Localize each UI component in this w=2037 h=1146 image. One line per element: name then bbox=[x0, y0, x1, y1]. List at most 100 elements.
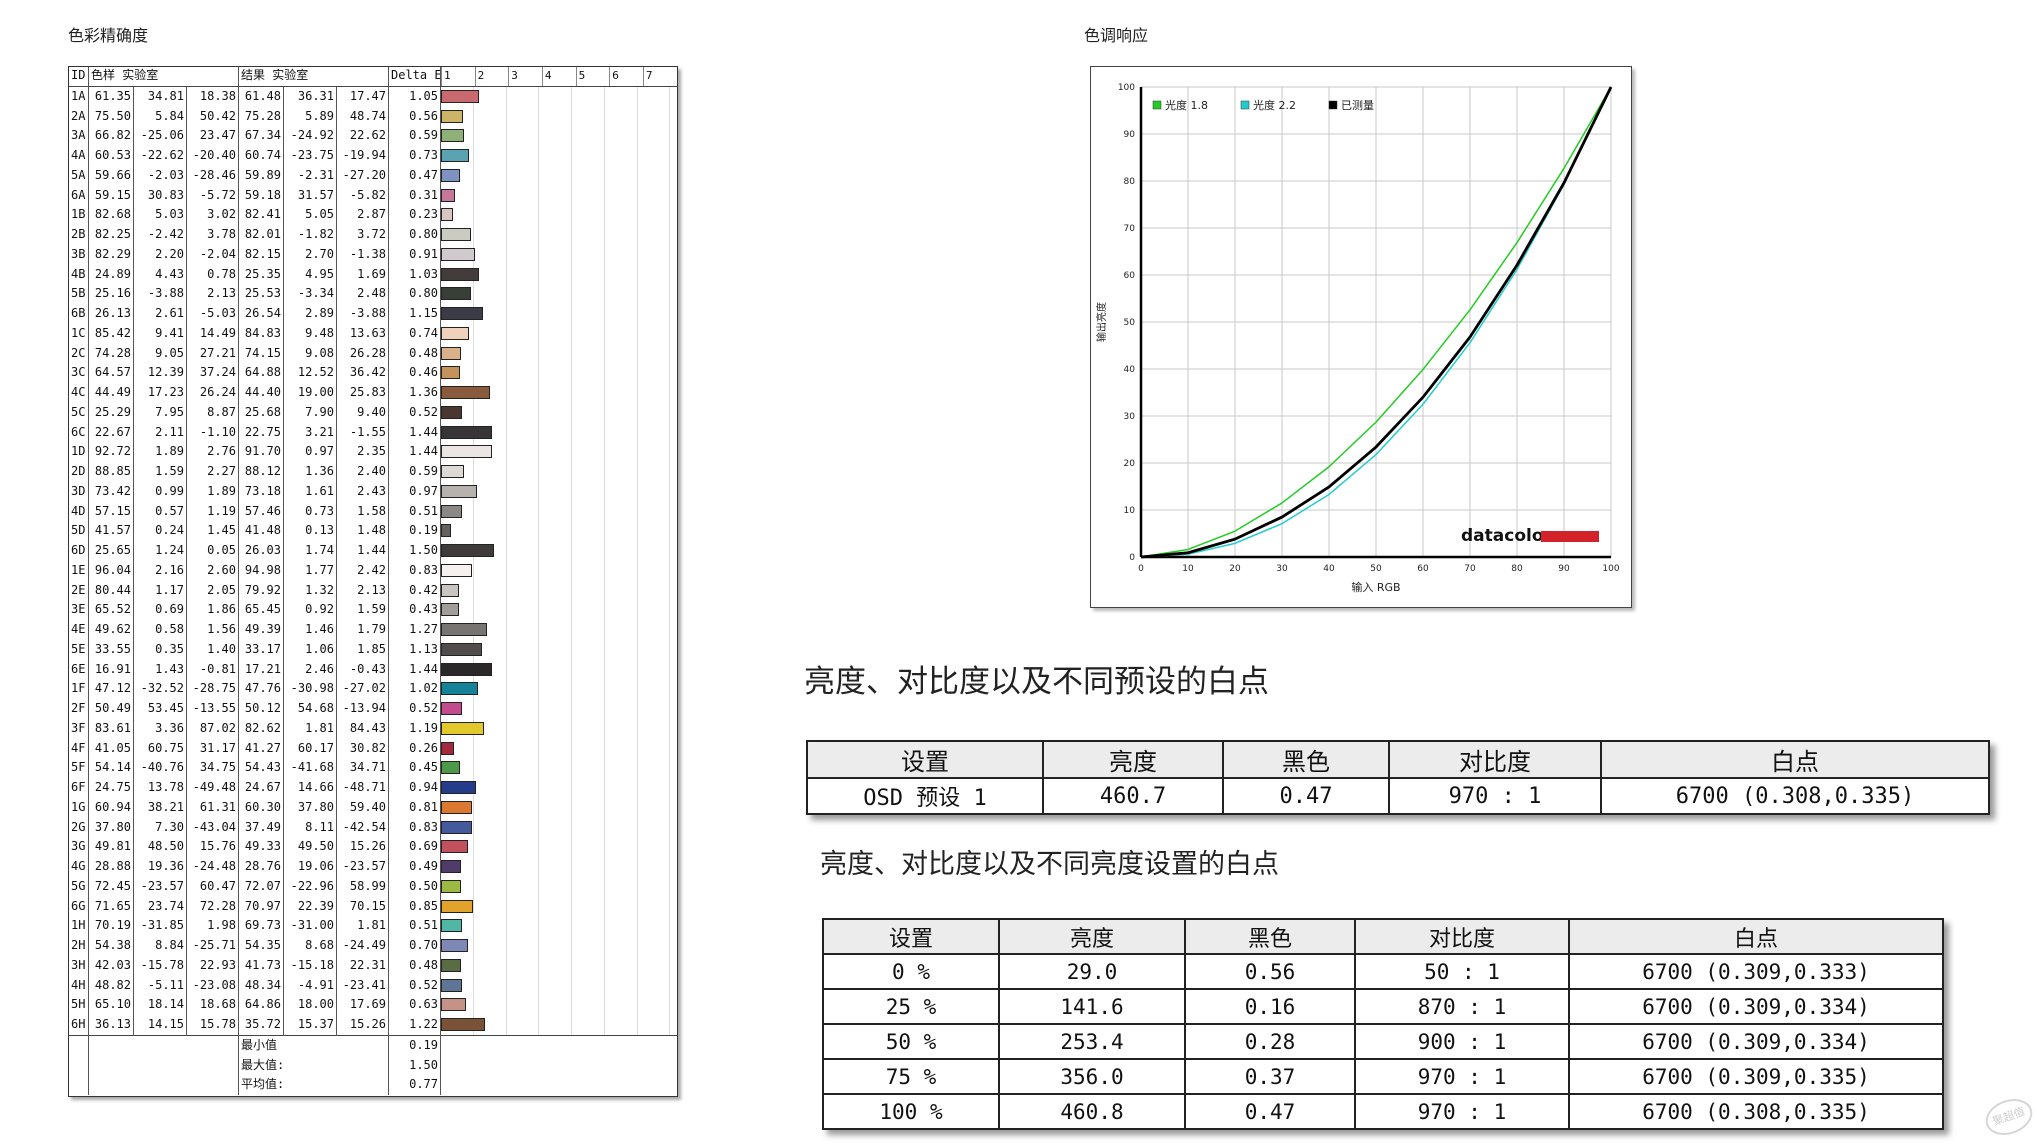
bar-gridline bbox=[472, 896, 474, 917]
delta-e-value: 1.03 bbox=[388, 264, 441, 285]
bar-gridline bbox=[505, 837, 507, 857]
table-cell: 0.37 bbox=[1184, 1058, 1356, 1095]
patch-id: 4A bbox=[68, 146, 89, 166]
bar-gridline bbox=[538, 580, 540, 601]
patch-id: 3E bbox=[68, 600, 89, 620]
column-header: 设置 bbox=[822, 918, 1000, 955]
sample-lab-value: 15.76 bbox=[186, 837, 239, 857]
bar-gridline bbox=[505, 738, 507, 759]
bar-gridline bbox=[669, 422, 671, 443]
delta-e-bar bbox=[441, 129, 465, 143]
result-lab-value: 2.46 bbox=[283, 659, 337, 680]
ruler-tick: 2 bbox=[474, 66, 509, 86]
bar-gridline bbox=[636, 106, 638, 127]
table1-title: 亮度、对比度以及不同预设的白点 bbox=[804, 664, 1269, 700]
color-accuracy-row: 5B 25.16 -3.88 2.13 25.53 -3.34 2.48 0.80 bbox=[68, 284, 677, 304]
bar-gridline bbox=[571, 837, 573, 857]
delta-e-bar-cell bbox=[440, 126, 677, 146]
bar-gridline bbox=[505, 817, 507, 838]
delta-e-bar-cell bbox=[440, 560, 677, 581]
bar-gridline bbox=[571, 343, 573, 364]
sample-lab-value: 2.11 bbox=[133, 422, 187, 443]
bar-gridline bbox=[636, 580, 638, 601]
patch-id: 2F bbox=[68, 699, 89, 719]
bar-gridline bbox=[505, 284, 507, 304]
bar-gridline bbox=[538, 1015, 540, 1035]
bar-gridline bbox=[571, 699, 573, 719]
bar-gridline bbox=[636, 264, 638, 285]
bar-gridline bbox=[505, 422, 507, 443]
result-lab-value: 44.40 bbox=[238, 383, 284, 403]
color-accuracy-row: 5E 33.55 0.35 1.40 33.17 1.06 1.85 1.13 bbox=[68, 639, 677, 660]
result-lab-value: 25.68 bbox=[238, 402, 284, 423]
bar-gridline bbox=[538, 244, 540, 265]
sample-lab-value: 22.67 bbox=[88, 422, 134, 443]
bar-gridline bbox=[571, 679, 573, 699]
bar-gridline bbox=[538, 778, 540, 798]
patch-id: 4F bbox=[68, 738, 89, 759]
result-lab-value: 69.73 bbox=[238, 916, 284, 936]
color-accuracy-row: 3F 83.61 3.36 87.02 82.62 1.81 84.43 1.19 bbox=[68, 718, 677, 739]
bar-gridline bbox=[603, 738, 605, 759]
patch-id: 1E bbox=[68, 560, 89, 581]
delta-e-bar bbox=[441, 405, 463, 419]
patch-id: 6E bbox=[68, 659, 89, 680]
delta-e-bar-cell bbox=[440, 797, 677, 818]
result-lab-value: 70.15 bbox=[336, 896, 389, 917]
bar-gridline bbox=[472, 580, 474, 601]
sample-lab-value: 0.57 bbox=[133, 501, 187, 522]
sample-lab-value: -2.42 bbox=[133, 225, 187, 245]
delta-e-value: 0.69 bbox=[388, 837, 441, 857]
bar-gridline bbox=[571, 778, 573, 798]
sample-lab-value: 12.39 bbox=[133, 363, 187, 383]
color-accuracy-row: 5H 65.10 18.14 18.68 64.86 18.00 17.69 0.63 bbox=[68, 995, 677, 1015]
sample-lab-value: -24.48 bbox=[186, 857, 239, 877]
sample-lab-value: 60.75 bbox=[133, 738, 187, 759]
bar-gridline bbox=[669, 323, 671, 344]
result-lab-value: 22.62 bbox=[336, 126, 389, 146]
delta-e-value: 0.80 bbox=[388, 284, 441, 304]
table-cell: 970 : 1 bbox=[1354, 1093, 1570, 1130]
bar-gridline bbox=[472, 738, 474, 759]
sample-lab-value: 24.75 bbox=[88, 778, 134, 798]
delta-e-bar bbox=[441, 524, 452, 538]
sample-lab-value: 2.05 bbox=[186, 580, 239, 601]
result-lab-value: -4.91 bbox=[283, 975, 337, 996]
bar-gridline bbox=[472, 205, 474, 225]
bar-gridline bbox=[472, 817, 474, 838]
patch-id: 1D bbox=[68, 442, 89, 462]
bar-gridline bbox=[669, 363, 671, 383]
sample-lab-value: 33.55 bbox=[88, 639, 134, 660]
color-accuracy-row: 3E 65.52 0.69 1.86 65.45 0.92 1.59 0.43 bbox=[68, 600, 677, 620]
bar-gridline bbox=[472, 185, 474, 206]
delta-e-bar bbox=[441, 662, 493, 676]
ruler-tick: 6 bbox=[609, 66, 643, 86]
sample-lab-value: 65.10 bbox=[88, 995, 134, 1015]
delta-e-bar-cell bbox=[440, 916, 677, 936]
bar-gridline bbox=[538, 106, 540, 127]
bar-gridline bbox=[571, 1015, 573, 1035]
bar-gridline bbox=[669, 580, 671, 601]
result-lab-value: 22.39 bbox=[283, 896, 337, 917]
bar-gridline bbox=[472, 560, 474, 581]
table-cell: 253.4 bbox=[998, 1023, 1186, 1060]
summary-value: 1.50 bbox=[388, 1055, 441, 1076]
delta-e-value: 1.02 bbox=[388, 679, 441, 699]
bar-gridline bbox=[472, 402, 474, 423]
result-lab-value: 1.81 bbox=[336, 916, 389, 936]
bar-gridline bbox=[636, 699, 638, 719]
sample-lab-value: 25.16 bbox=[88, 284, 134, 304]
sample-lab-value: 26.24 bbox=[186, 383, 239, 403]
bar-gridline bbox=[669, 857, 671, 877]
result-lab-value: 1.69 bbox=[336, 264, 389, 285]
bar-gridline bbox=[603, 343, 605, 364]
bar-gridline bbox=[505, 383, 507, 403]
bar-gridline bbox=[603, 244, 605, 265]
sample-lab-value: 0.58 bbox=[133, 620, 187, 640]
delta-e-bar-cell bbox=[440, 758, 677, 778]
y-tick-label: 20 bbox=[1124, 459, 1136, 469]
result-lab-value: 18.00 bbox=[283, 995, 337, 1015]
delta-e-bar bbox=[441, 919, 462, 933]
result-lab-value: 22.75 bbox=[238, 422, 284, 443]
bar-gridline bbox=[603, 995, 605, 1015]
